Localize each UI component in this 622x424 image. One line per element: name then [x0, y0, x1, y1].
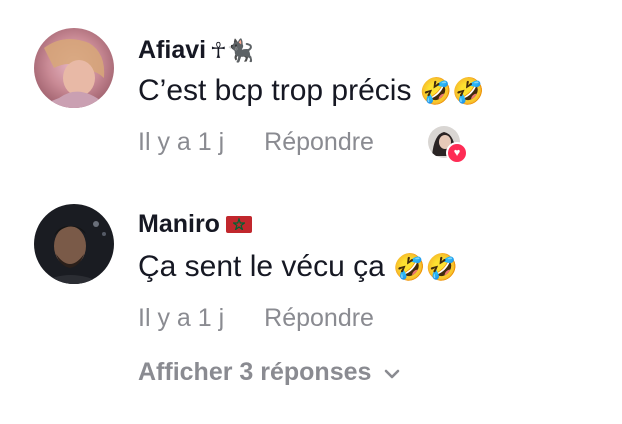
- username-text[interactable]: Afiavi: [138, 36, 206, 65]
- comment-meta: Il y a 1 j Répondre: [138, 304, 374, 333]
- laughing-emoji: 🤣🤣: [419, 77, 485, 107]
- comment-body: Ça sent le vécu ça: [138, 250, 385, 283]
- reply-button[interactable]: Répondre: [264, 304, 374, 333]
- avatar[interactable]: [34, 28, 114, 108]
- comment-body: C’est bcp trop précis: [138, 74, 412, 107]
- view-replies-button[interactable]: Afficher 3 réponses: [138, 358, 401, 387]
- comment-username[interactable]: Maniro: [138, 210, 252, 239]
- morocco-flag-icon: [225, 216, 252, 233]
- avatar[interactable]: [34, 204, 114, 284]
- creator-liked-badge: ♥: [428, 126, 468, 164]
- reply-button[interactable]: Répondre: [264, 128, 374, 157]
- comment-time: Il y a 1 j: [138, 128, 225, 156]
- comment-text: Ça sent le vécu ça 🤣🤣: [138, 250, 458, 284]
- comment-time: Il y a 1 j: [138, 304, 225, 332]
- laughing-emoji: 🤣🤣: [393, 253, 458, 283]
- comment-text: C’est bcp trop précis 🤣🤣: [138, 74, 485, 108]
- chevron-down-icon[interactable]: [383, 358, 401, 387]
- username-decoration: ☥🐈‍⬛: [210, 37, 254, 63]
- comment-username[interactable]: Afiavi ☥🐈‍⬛: [138, 36, 254, 65]
- comment-meta: Il y a 1 j Répondre: [138, 128, 374, 157]
- heart-icon: ♥: [446, 142, 468, 164]
- view-replies-label[interactable]: Afficher 3 réponses: [138, 358, 371, 387]
- username-text[interactable]: Maniro: [138, 210, 220, 239]
